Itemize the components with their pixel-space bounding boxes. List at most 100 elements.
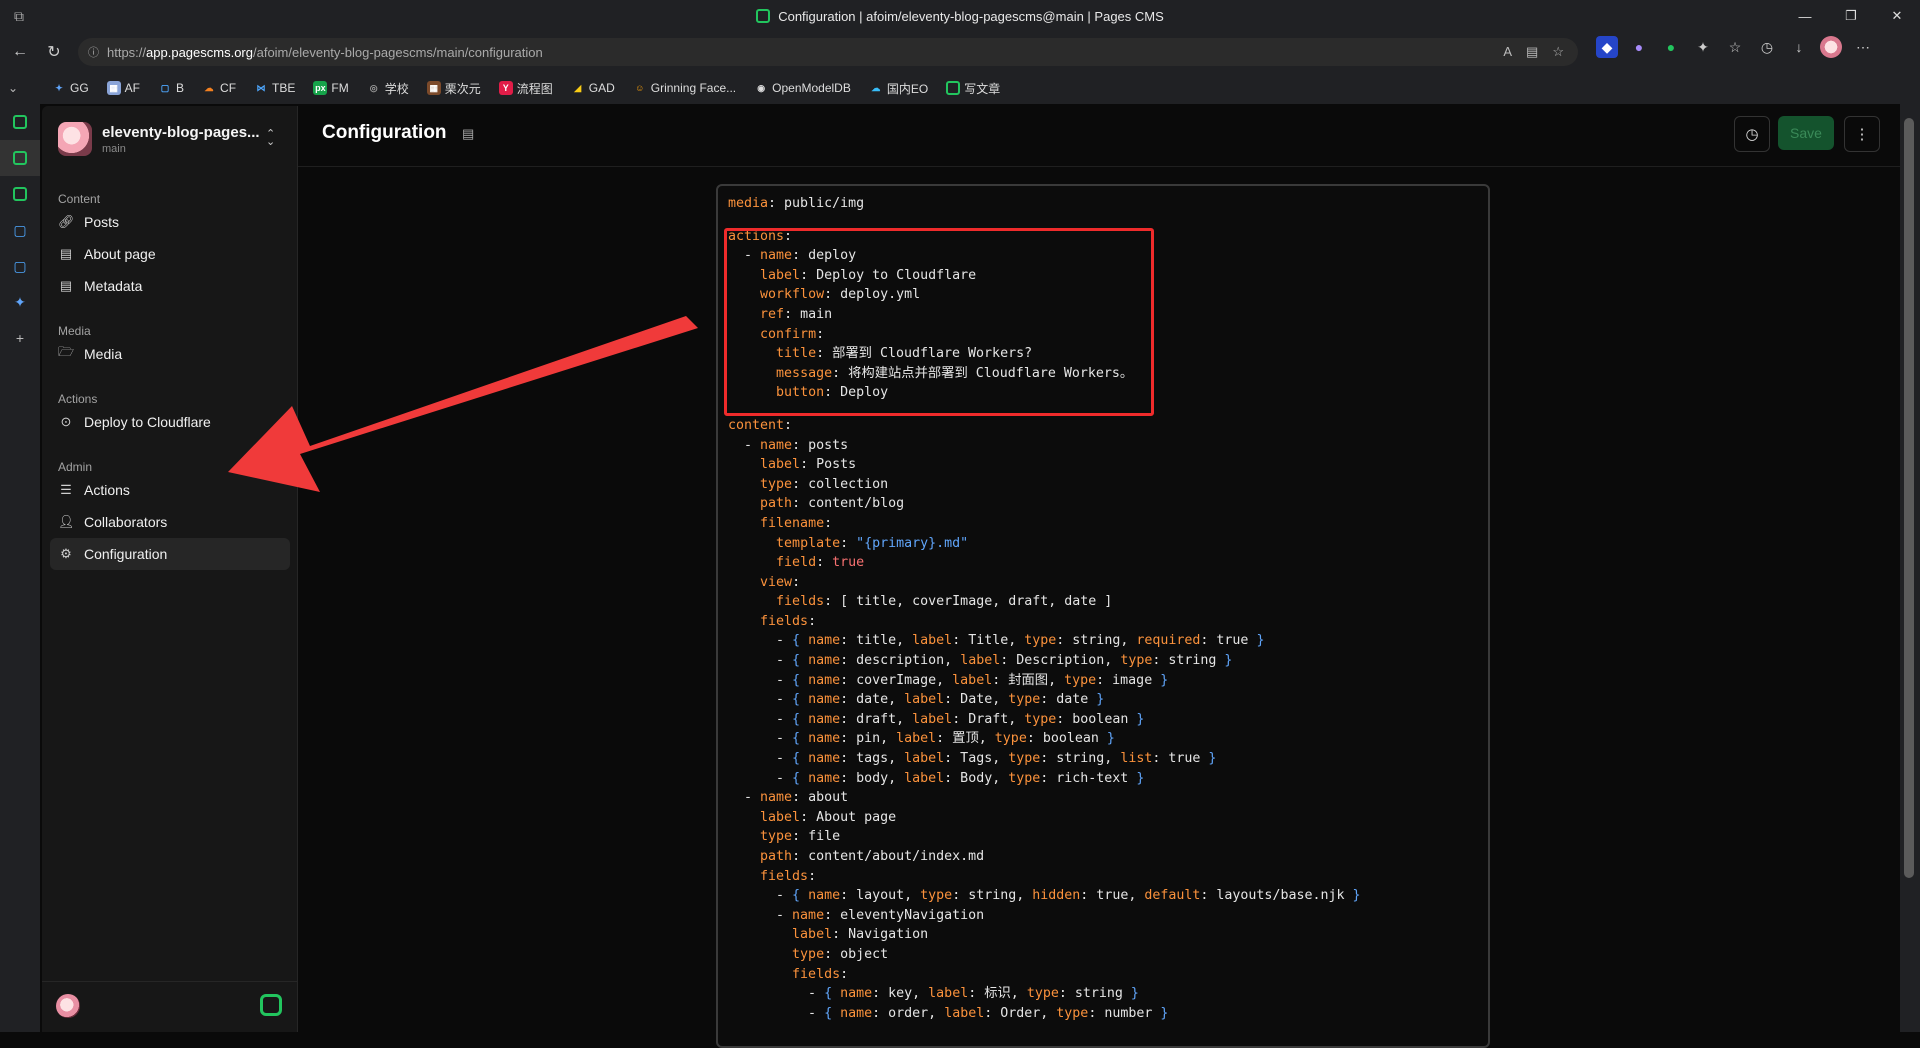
users-icon: 👤︎ [58,514,75,529]
reload-icon[interactable]: ↻ [40,38,68,66]
profile-avatar-icon[interactable] [1820,36,1842,58]
user-avatar[interactable] [56,994,80,1018]
sidebar-item-posts[interactable]: 🔗︎ Posts [50,206,290,238]
vertical-tab-icon[interactable]: ✦ [0,284,40,320]
restore-icon[interactable]: ❐ [1828,0,1874,32]
vertical-tab-icon[interactable] [0,140,40,176]
back-icon[interactable]: ← [6,38,34,66]
favorites-icon[interactable]: ☆ [1724,36,1746,58]
code-line: - { name: body, label: Body, type: rich-… [728,770,1145,786]
code-line: - { name: layout, type: string, hidden: … [728,888,1361,904]
code-line: type: object [792,946,889,962]
downloads-icon[interactable]: ↓ [1788,36,1810,58]
code-line: content: [728,417,793,433]
bookmark-item[interactable]: ⋈ TBE [254,81,296,95]
sidebar-item-deploy[interactable]: ⊙ Deploy to Cloudflare [50,406,290,438]
page-header: Configuration ▤ ◷ Save ⋮ [298,106,1901,167]
code-line: - { name: tags, label: Tags, type: strin… [728,751,1217,767]
repo-switcher[interactable]: eleventy-blog-pages... main [58,122,260,156]
code-line: label: Posts [760,457,857,473]
documentation-icon[interactable]: ▤ [462,126,474,142]
code-line: fields: [792,966,849,982]
vertical-tab-icon[interactable]: ▢ [0,212,40,248]
scrollbar-thumb[interactable] [1904,118,1914,878]
sidebar-item-configuration[interactable]: ⚙ Configuration [50,538,290,570]
save-button[interactable]: Save [1778,116,1834,150]
bookmark-item[interactable]: ◢ GAD [571,81,614,95]
sidebar-item-about[interactable]: ▤ About page [50,238,290,270]
chevron-up-down-icon[interactable]: ⌃ ⌄ [266,129,275,148]
bookmark-item[interactable]: Y 流程图 [498,80,553,97]
history-icon[interactable]: ◷ [1756,36,1778,58]
branch-name: main [102,142,126,155]
vertical-tab-icon[interactable] [0,176,40,212]
sidebar-item-actions[interactable]: ☰ Actions [50,474,290,506]
code-line: media: public/img [728,196,865,211]
browser-menu-icon[interactable]: ⧉ [10,7,28,25]
code-line: - { name: description, label: Descriptio… [728,653,1233,669]
repo-name: eleventy-blog-pages... [102,123,260,141]
collapse-chevron-icon[interactable]: ⌄ [8,81,28,95]
url-bar[interactable]: ⓘ https://app.pagescms.org/afoim/elevent… [78,38,1578,66]
bookmark-item[interactable]: px FM [313,81,349,95]
vertical-tab-icon[interactable]: ▢ [0,248,40,284]
bookmark-item[interactable]: ☺ Grinning Face... [633,81,736,95]
settings-more-icon[interactable]: ⋯ [1852,36,1874,58]
highlight-annotation-box [724,228,1154,416]
bookmark-item[interactable]: ▢ B [158,81,184,95]
bookmark-item[interactable]: ▦ 栗次元 [426,80,481,97]
code-line: view: [760,574,801,590]
window-title-text: Configuration | afoim/eleventy-blog-page… [778,8,1164,24]
section-label-admin: Admin [58,460,93,474]
sidebar-item-metadata[interactable]: ▤ Metadata [50,270,290,302]
code-line: label: About page [760,809,897,825]
close-icon[interactable]: ✕ [1874,0,1920,32]
extension-shield-icon[interactable]: ◆ [1596,36,1618,58]
pagescms-logo-icon[interactable] [260,994,282,1016]
code-line: filename: [760,515,833,531]
gear-icon: ⚙ [60,546,72,561]
vertical-tab-icon[interactable] [0,104,40,140]
code-line: type: collection [760,476,889,492]
bookmark-item[interactable]: ✦ GG [52,81,88,95]
yaml-code-editor[interactable]: media: public/img actions: - name: deploy… [716,184,1490,1048]
sidebar-footer [42,981,297,1032]
section-label-actions: Actions [58,392,98,406]
code-line: path: content/blog [760,496,905,512]
site-info-icon[interactable]: ⓘ [88,44,99,60]
history-button[interactable]: ◷ [1734,116,1770,152]
bookmark-item[interactable]: 写文章 [946,80,1000,97]
history-icon: ◷ [1745,126,1759,143]
code-line: - name: about [728,790,849,806]
bookmark-item[interactable]: ▦ AF [106,81,140,95]
bookmark-item[interactable]: ☁ CF [202,81,237,95]
more-options-button[interactable]: ⋮ [1844,116,1880,152]
file-icon: ▤ [59,246,73,261]
code-line: - name: eleventyNavigation [728,907,985,923]
code-line: - { name: key, label: 标识, type: string } [728,986,1139,1002]
favorite-star-icon[interactable]: ☆ [1552,44,1564,60]
sidebar-item-collaborators[interactable]: 👤︎ Collaborators [50,506,290,538]
page-scrollbar[interactable] [1900,104,1920,1032]
extensions-puzzle-icon[interactable]: ✦ [1692,36,1714,58]
url-path: /afoim/eleventy-blog-pagescms/main/confi… [252,44,543,60]
section-label-media: Media [58,324,91,338]
bookmark-item[interactable]: ◉ OpenModelDB [754,81,851,95]
code-line: - { name: order, label: Order, type: num… [728,1005,1169,1021]
reader-icon[interactable]: ▤ [1526,44,1538,60]
browser-vertical-tabs: ▢ ▢ ✦ + [0,104,40,1032]
code-line: type: file [760,829,841,845]
sidebar-item-media[interactable]: 🗁︎ Media [50,338,290,370]
list-filter-icon: ☰ [60,482,72,497]
window-title: Configuration | afoim/eleventy-blog-page… [0,9,1920,24]
bookmark-item[interactable]: ☁ 国内EO [869,80,928,97]
link-icon: 🔗︎ [58,214,75,229]
translate-icon[interactable]: A [1503,44,1512,60]
extension-green-icon[interactable]: ● [1660,36,1682,58]
new-tab-icon[interactable]: + [0,320,40,356]
bookmark-item[interactable]: ◎ 学校 [367,80,409,97]
minimize-icon[interactable]: — [1782,0,1828,32]
section-label-content: Content [58,192,101,206]
extension-purple-icon[interactable]: ● [1628,36,1650,58]
code-line: - { name: draft, label: Draft, type: boo… [728,711,1145,727]
